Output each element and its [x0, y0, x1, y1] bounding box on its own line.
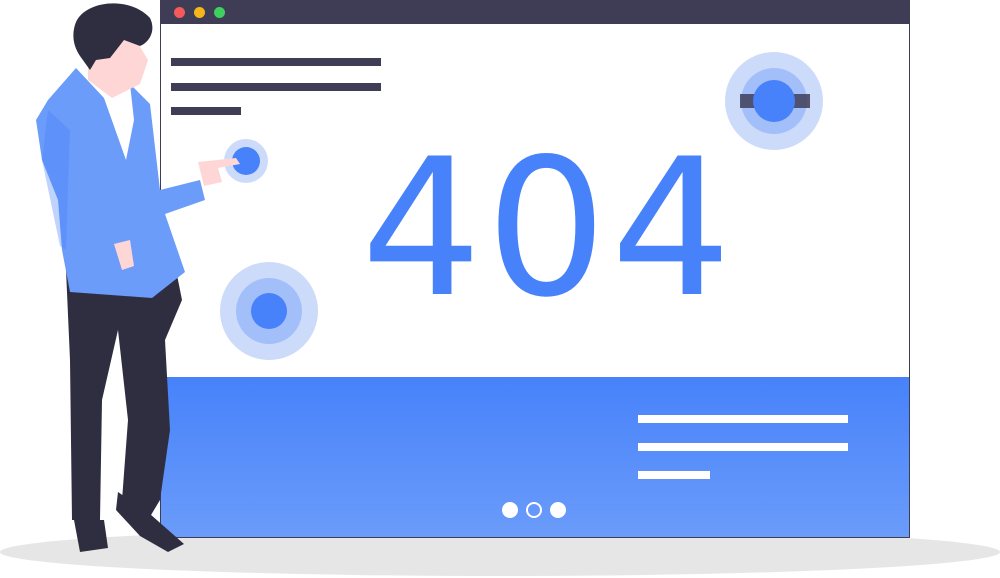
not-found-illustration: 404 — [0, 0, 1000, 578]
pointing-hand — [198, 158, 240, 186]
pager-dot-active[interactable] — [526, 502, 542, 518]
trousers — [66, 265, 182, 520]
placeholder-text-line — [638, 415, 848, 423]
pager-dot[interactable] — [550, 502, 566, 518]
placeholder-text-line — [638, 471, 710, 479]
person-illustration — [36, 3, 240, 552]
target-ring-core[interactable] — [753, 80, 795, 122]
placeholder-text-line — [638, 443, 848, 451]
error-code: 404 — [361, 118, 736, 339]
pager-dot[interactable] — [502, 502, 518, 518]
jacket-fold — [42, 110, 70, 250]
left-shoe — [74, 520, 108, 552]
